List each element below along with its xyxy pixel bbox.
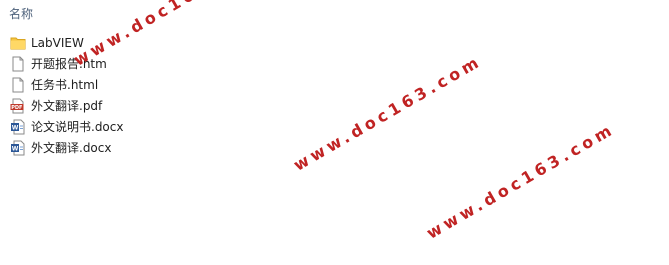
file-item-waiwen-pdf[interactable]: PDF 外文翻译.pdf: [10, 95, 123, 116]
file-name: 外文翻译.pdf: [31, 99, 103, 113]
file-item-lunwen-docx[interactable]: W 论文说明书.docx: [10, 116, 123, 137]
file-item-waiwen-docx[interactable]: W 外文翻译.docx: [10, 137, 123, 158]
file-name: LabVIEW: [31, 35, 84, 50]
name-column-header[interactable]: 名称: [9, 5, 33, 22]
watermark: www.doc163.com: [423, 119, 619, 243]
word-file-icon: W: [10, 140, 26, 156]
html-file-icon: [10, 77, 26, 93]
pdf-file-icon: PDF: [10, 98, 26, 114]
svg-text:W: W: [12, 124, 19, 131]
word-file-icon: W: [10, 119, 26, 135]
file-item-renwushu[interactable]: 任务书.html: [10, 74, 123, 95]
watermark: www.doc163.com: [290, 51, 486, 175]
file-name: 论文说明书.docx: [31, 120, 124, 134]
file-name: 外文翻译.docx: [31, 141, 112, 155]
html-file-icon: [10, 56, 26, 72]
svg-text:W: W: [12, 145, 19, 152]
svg-text:PDF: PDF: [11, 105, 22, 111]
folder-icon: [10, 35, 26, 51]
file-name: 任务书.html: [31, 78, 99, 92]
file-item-kaiti[interactable]: 开题报告.htm: [10, 53, 123, 74]
